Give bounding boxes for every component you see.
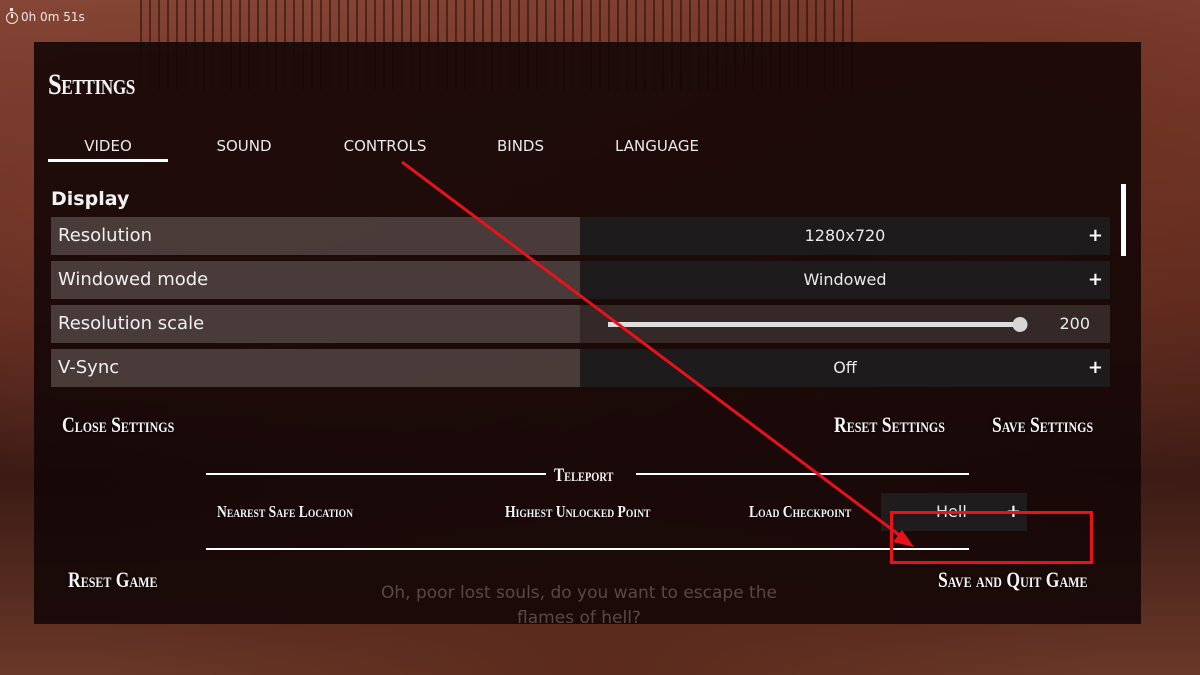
setting-label: Resolution scale	[51, 305, 580, 343]
tab-video[interactable]: VIDEO	[48, 136, 168, 162]
nearest-safe-location-button[interactable]: Nearest Safe Location	[217, 502, 353, 522]
reset-settings-button[interactable]: Reset Settings	[834, 412, 945, 438]
setting-row-vsync: V-Sync Off +	[51, 349, 1110, 387]
play-timer: 0h 0m 51s	[6, 8, 85, 24]
slider-handle[interactable]	[1012, 317, 1028, 332]
annotation-highlight-box	[890, 511, 1093, 564]
page-title: Settings	[48, 68, 135, 101]
highest-unlocked-point-button[interactable]: Highest Unlocked Point	[505, 502, 650, 522]
tab-binds[interactable]: BINDS	[478, 136, 563, 162]
setting-label: Windowed mode	[51, 261, 580, 299]
setting-label: V-Sync	[51, 349, 580, 387]
flavor-quote: Oh, poor lost souls, do you want to esca…	[381, 583, 777, 628]
reset-game-button[interactable]: Reset Game	[68, 567, 157, 593]
tab-sound[interactable]: SOUND	[198, 136, 290, 162]
slider-value: 200	[1059, 314, 1090, 333]
timer-text: 0h 0m 51s	[21, 10, 85, 24]
setting-value: 1280x720	[804, 226, 886, 245]
save-and-quit-game-button[interactable]: Save and Quit Game	[938, 567, 1088, 593]
setting-value: Off	[833, 358, 857, 377]
setting-value: Windowed	[803, 270, 887, 289]
resolution-select[interactable]: 1280x720 +	[580, 217, 1110, 255]
setting-row-windowed-mode: Windowed mode Windowed +	[51, 261, 1110, 299]
divider	[206, 548, 969, 550]
setting-row-resolution-scale: Resolution scale 200	[51, 305, 1110, 343]
teleport-heading: Teleport	[554, 465, 614, 486]
resolution-scale-slider[interactable]	[608, 317, 1028, 332]
vsync-select[interactable]: Off +	[580, 349, 1110, 387]
close-settings-button[interactable]: Close Settings	[62, 412, 174, 438]
setting-row-resolution: Resolution 1280x720 +	[51, 217, 1110, 255]
divider	[206, 473, 546, 475]
section-heading-display: Display	[51, 188, 130, 210]
settings-list: Resolution 1280x720 + Windowed mode Wind…	[51, 217, 1110, 393]
tab-controls[interactable]: CONTROLS	[325, 136, 445, 162]
tab-language[interactable]: LANGUAGE	[596, 136, 718, 162]
save-settings-button[interactable]: Save Settings	[992, 412, 1093, 438]
windowed-mode-select[interactable]: Windowed +	[580, 261, 1110, 299]
load-checkpoint-button[interactable]: Load Checkpoint	[749, 502, 851, 522]
stopwatch-icon	[6, 8, 18, 24]
plus-icon[interactable]: +	[1088, 217, 1103, 255]
scrollbar[interactable]	[1121, 184, 1126, 256]
settings-tabs: VIDEO SOUND CONTROLS BINDS LANGUAGE	[48, 136, 708, 166]
setting-label: Resolution	[51, 217, 580, 255]
divider	[636, 473, 969, 475]
plus-icon[interactable]: +	[1088, 261, 1103, 299]
resolution-scale-cell: 200	[580, 305, 1110, 343]
plus-icon[interactable]: +	[1088, 349, 1103, 387]
